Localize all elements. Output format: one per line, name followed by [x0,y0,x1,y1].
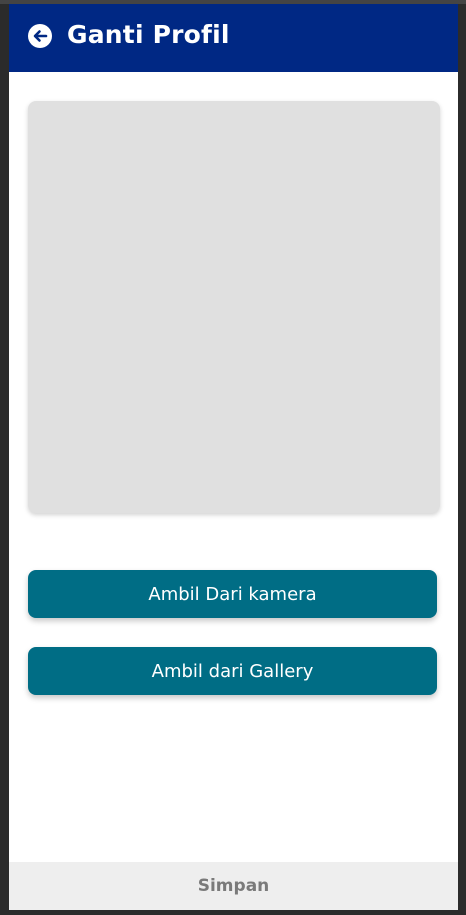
back-button[interactable] [27,23,53,49]
profile-photo-preview [28,101,440,513]
take-from-camera-button[interactable]: Ambil Dari kamera [28,570,437,618]
page-title: Ganti Profil [67,20,230,49]
arrow-left-circle-icon [27,23,53,49]
save-label: Simpan [197,876,270,896]
take-from-gallery-button[interactable]: Ambil dari Gallery [28,647,437,695]
device-frame: Ganti Profil Ambil Dari kamera Ambil dar… [0,0,466,915]
app-bar: Ganti Profil [9,4,458,72]
save-button[interactable]: Simpan [9,862,458,910]
app-screen: Ganti Profil Ambil Dari kamera Ambil dar… [9,4,458,910]
